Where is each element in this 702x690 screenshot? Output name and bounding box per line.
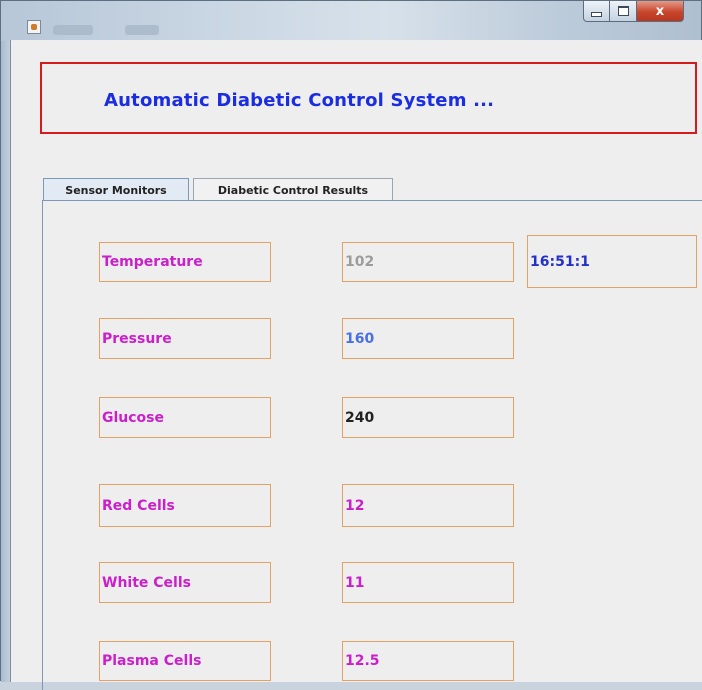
- glucose-label: Glucose: [99, 397, 271, 438]
- sensor-monitors-panel: Temperature 102 16:51:1 Pressure 160 Glu…: [42, 200, 702, 690]
- titlebar-blur: [53, 25, 93, 35]
- red-cells-label-text: Red Cells: [102, 497, 175, 514]
- tab-diabetic-control-results[interactable]: Diabetic Control Results: [193, 178, 393, 201]
- window-controls: x: [583, 1, 684, 23]
- temperature-label-text: Temperature: [102, 254, 203, 270]
- red-cells-value-text: 12: [345, 497, 365, 514]
- pressure-label-text: Pressure: [102, 330, 172, 347]
- page-title: Automatic Diabetic Control System ...: [104, 90, 495, 111]
- plasma-cells-value: 12.5: [342, 641, 514, 681]
- window-left-border: [1, 41, 10, 682]
- plasma-cells-value-text: 12.5: [345, 653, 380, 669]
- temperature-value: 102: [342, 242, 514, 282]
- red-cells-label: Red Cells: [99, 484, 271, 527]
- minimize-icon: [591, 11, 602, 17]
- maximize-button[interactable]: [610, 1, 637, 22]
- plasma-cells-label-text: Plasma Cells: [102, 653, 202, 669]
- close-button[interactable]: x: [637, 1, 684, 22]
- pressure-value: 160: [342, 318, 514, 359]
- tab-label: Sensor Monitors: [65, 183, 167, 197]
- application-window: x Automatic Diabetic Control System ... …: [0, 0, 702, 690]
- pressure-label: Pressure: [99, 318, 271, 359]
- clock-text: 16:51:1: [530, 253, 590, 270]
- white-cells-label: White Cells: [99, 562, 271, 603]
- temperature-value-text: 102: [345, 254, 375, 270]
- client-area: Automatic Diabetic Control System ... Se…: [10, 40, 702, 690]
- title-panel: Automatic Diabetic Control System ...: [40, 62, 697, 134]
- white-cells-label-text: White Cells: [102, 574, 191, 591]
- white-cells-value-text: 11: [345, 574, 365, 591]
- white-cells-value: 11: [342, 562, 514, 603]
- plasma-cells-label: Plasma Cells: [99, 641, 271, 681]
- close-icon: x: [655, 3, 665, 19]
- tab-sensor-monitors[interactable]: Sensor Monitors: [43, 178, 189, 201]
- pressure-value-text: 160: [345, 330, 375, 347]
- window-titlebar[interactable]: x: [1, 1, 701, 41]
- titlebar-blur: [125, 25, 159, 35]
- temperature-label: Temperature: [99, 242, 271, 282]
- java-app-icon[interactable]: [27, 20, 41, 34]
- red-cells-value: 12: [342, 484, 514, 527]
- tab-label: Diabetic Control Results: [217, 183, 369, 197]
- glucose-value-text: 240: [345, 409, 375, 426]
- minimize-button[interactable]: [583, 1, 610, 22]
- clock-display: 16:51:1: [527, 235, 697, 288]
- glucose-value: 240: [342, 397, 514, 438]
- maximize-icon: [617, 6, 629, 16]
- glucose-label-text: Glucose: [102, 409, 165, 426]
